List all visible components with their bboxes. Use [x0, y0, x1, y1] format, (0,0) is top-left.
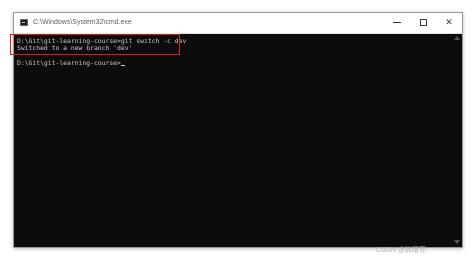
- minimize-icon: [393, 22, 401, 23]
- console-line: Switched to a new branch 'dev': [17, 44, 133, 52]
- close-button[interactable]: ✕: [436, 13, 462, 33]
- cmd-icon: [20, 19, 28, 26]
- console-prompt: D:\Git\git-learning-course>: [17, 59, 121, 67]
- scroll-up-arrow-icon[interactable]: [454, 36, 460, 40]
- screenshot-page: C:\Windows\System32\cmd.exe ✕ D:\Git\git…: [0, 0, 474, 262]
- console-prompt-line: D:\Git\git-learning-course>: [17, 59, 125, 67]
- maximize-icon: [419, 19, 427, 26]
- minimize-button[interactable]: [384, 13, 410, 33]
- watermark: CSDN @韩曙亮: [376, 247, 426, 254]
- console-area[interactable]: D:\Git\git-learning-course>git switch -c…: [14, 34, 462, 247]
- title-bar[interactable]: C:\Windows\System32\cmd.exe ✕: [14, 13, 462, 34]
- maximize-button[interactable]: [410, 13, 436, 33]
- window-title: C:\Windows\System32\cmd.exe: [33, 19, 132, 26]
- cmd-window: C:\Windows\System32\cmd.exe ✕ D:\Git\git…: [13, 12, 463, 248]
- text-cursor: [120, 65, 125, 66]
- scroll-down-arrow-icon[interactable]: [454, 240, 460, 244]
- close-icon: ✕: [445, 18, 453, 28]
